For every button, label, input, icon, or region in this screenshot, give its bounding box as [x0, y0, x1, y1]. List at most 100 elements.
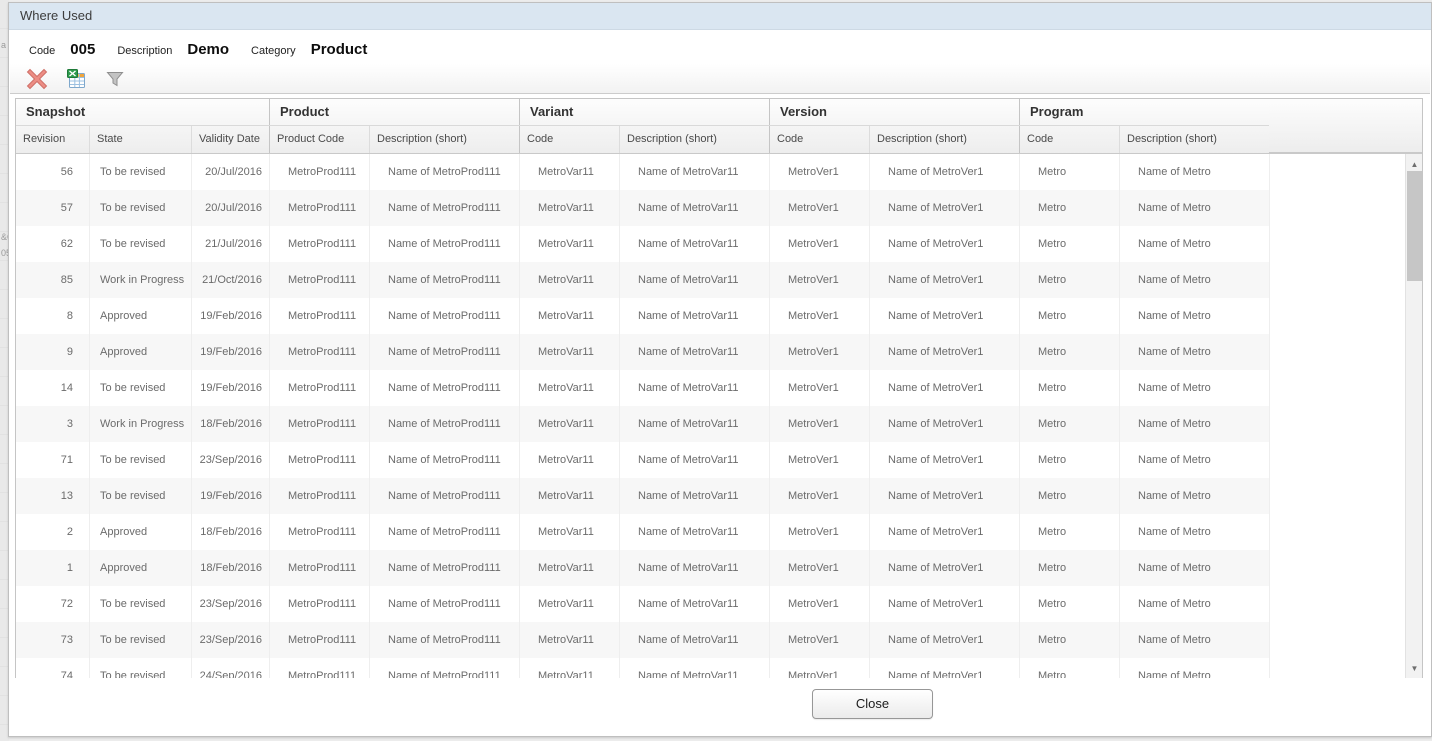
cell-revision: 57 [16, 190, 90, 226]
table-row[interactable]: 1 Approved 18/Feb/2016 MetroProd111 Name… [16, 550, 1422, 586]
code-value: 005 [70, 41, 95, 58]
table-row[interactable]: 71 To be revised 23/Sep/2016 MetroProd11… [16, 442, 1422, 478]
table-row[interactable]: 74 To be revised 24/Sep/2016 MetroProd11… [16, 658, 1422, 678]
cell-variant-code: MetroVar11 [520, 514, 620, 550]
cell-version-description: Name of MetroVer1 [870, 478, 1020, 514]
cell-state: Approved [90, 514, 192, 550]
cell-product-code: MetroProd111 [270, 190, 370, 226]
table-row[interactable]: 56 To be revised 20/Jul/2016 MetroProd11… [16, 154, 1422, 190]
cell-version-description: Name of MetroVer1 [870, 442, 1020, 478]
cell-product-description: Name of MetroProd111 [370, 658, 520, 678]
cell-variant-code: MetroVar11 [520, 190, 620, 226]
cell-state: Approved [90, 298, 192, 334]
export-excel-icon[interactable] [64, 67, 88, 91]
cell-product-description: Name of MetroProd111 [370, 298, 520, 334]
cell-program-description: Name of Metro [1120, 658, 1270, 678]
cell-variant-description: Name of MetroVar11 [620, 478, 770, 514]
cell-version-description: Name of MetroVer1 [870, 370, 1020, 406]
cell-program-code: Metro [1020, 334, 1120, 370]
column-revision[interactable]: Revision [16, 126, 90, 153]
cell-variant-code: MetroVar11 [520, 334, 620, 370]
cell-version-description: Name of MetroVer1 [870, 190, 1020, 226]
cell-product-code: MetroProd111 [270, 370, 370, 406]
cell-variant-description: Name of MetroVar11 [620, 370, 770, 406]
cell-version-code: MetroVer1 [770, 478, 870, 514]
cell-validity-date: 18/Feb/2016 [192, 550, 270, 586]
close-button[interactable]: Close [812, 689, 933, 719]
column-program-description[interactable]: Description (short) [1120, 126, 1270, 153]
cell-program-description: Name of Metro [1120, 478, 1270, 514]
vertical-scrollbar[interactable]: ▲ ▼ [1405, 154, 1422, 678]
cell-state: To be revised [90, 658, 192, 678]
group-product: Product [270, 99, 520, 125]
cell-revision: 3 [16, 406, 90, 442]
table-row[interactable]: 13 To be revised 19/Feb/2016 MetroProd11… [16, 478, 1422, 514]
column-program-code[interactable]: Code [1020, 126, 1120, 153]
cell-product-code: MetroProd111 [270, 334, 370, 370]
table-row[interactable]: 72 To be revised 23/Sep/2016 MetroProd11… [16, 586, 1422, 622]
cell-program-code: Metro [1020, 226, 1120, 262]
cell-program-code: Metro [1020, 478, 1120, 514]
cell-revision: 14 [16, 370, 90, 406]
cell-program-description: Name of Metro [1120, 154, 1270, 190]
column-version-code[interactable]: Code [770, 126, 870, 153]
cell-revision: 8 [16, 298, 90, 334]
cell-variant-description: Name of MetroVar11 [620, 550, 770, 586]
cell-validity-date: 21/Jul/2016 [192, 226, 270, 262]
group-snapshot: Snapshot [16, 99, 270, 125]
cell-version-code: MetroVer1 [770, 190, 870, 226]
table-row[interactable]: 57 To be revised 20/Jul/2016 MetroProd11… [16, 190, 1422, 226]
cell-program-description: Name of Metro [1120, 550, 1270, 586]
table-row[interactable]: 73 To be revised 23/Sep/2016 MetroProd11… [16, 622, 1422, 658]
scroll-up-icon[interactable]: ▲ [1406, 157, 1422, 171]
table-row[interactable]: 14 To be revised 19/Feb/2016 MetroProd11… [16, 370, 1422, 406]
column-product-code[interactable]: Product Code [270, 126, 370, 153]
cell-state: To be revised [90, 154, 192, 190]
table-row[interactable]: 85 Work in Progress 21/Oct/2016 MetroPro… [16, 262, 1422, 298]
table-row[interactable]: 3 Work in Progress 18/Feb/2016 MetroProd… [16, 406, 1422, 442]
column-version-description[interactable]: Description (short) [870, 126, 1020, 153]
cell-program-code: Metro [1020, 586, 1120, 622]
cell-version-code: MetroVer1 [770, 658, 870, 678]
cell-variant-description: Name of MetroVar11 [620, 334, 770, 370]
group-program: Program [1020, 99, 1270, 125]
cell-program-description: Name of Metro [1120, 406, 1270, 442]
delete-icon[interactable] [25, 67, 49, 91]
cell-product-description: Name of MetroProd111 [370, 550, 520, 586]
column-state[interactable]: State [90, 126, 192, 153]
cell-validity-date: 18/Feb/2016 [192, 514, 270, 550]
cell-revision: 71 [16, 442, 90, 478]
filter-icon[interactable] [103, 67, 127, 91]
cell-variant-code: MetroVar11 [520, 442, 620, 478]
cell-program-description: Name of Metro [1120, 190, 1270, 226]
scrollbar-thumb[interactable] [1407, 171, 1422, 281]
cell-version-code: MetroVer1 [770, 622, 870, 658]
dialog-titlebar: Where Used [9, 3, 1431, 30]
group-header-row: Snapshot Product Variant Version Program [16, 99, 1422, 126]
cell-state: To be revised [90, 622, 192, 658]
column-variant-code[interactable]: Code [520, 126, 620, 153]
cell-version-code: MetroVer1 [770, 442, 870, 478]
cell-program-code: Metro [1020, 442, 1120, 478]
cell-version-code: MetroVer1 [770, 514, 870, 550]
scroll-down-icon[interactable]: ▼ [1406, 661, 1422, 675]
cell-program-description: Name of Metro [1120, 226, 1270, 262]
column-variant-description[interactable]: Description (short) [620, 126, 770, 153]
column-product-description[interactable]: Description (short) [370, 126, 520, 153]
cell-variant-code: MetroVar11 [520, 154, 620, 190]
cell-product-description: Name of MetroProd111 [370, 190, 520, 226]
table-row[interactable]: 9 Approved 19/Feb/2016 MetroProd111 Name… [16, 334, 1422, 370]
column-validity-date[interactable]: Validity Date [192, 126, 270, 153]
group-version: Version [770, 99, 1020, 125]
cell-validity-date: 20/Jul/2016 [192, 154, 270, 190]
cell-variant-code: MetroVar11 [520, 658, 620, 678]
table-row[interactable]: 62 To be revised 21/Jul/2016 MetroProd11… [16, 226, 1422, 262]
cell-product-code: MetroProd111 [270, 226, 370, 262]
row-filler [1270, 550, 1422, 586]
table-row[interactable]: 8 Approved 19/Feb/2016 MetroProd111 Name… [16, 298, 1422, 334]
cell-variant-code: MetroVar11 [520, 262, 620, 298]
cell-program-description: Name of Metro [1120, 514, 1270, 550]
table-row[interactable]: 2 Approved 18/Feb/2016 MetroProd111 Name… [16, 514, 1422, 550]
cell-version-code: MetroVer1 [770, 586, 870, 622]
category-value: Product [311, 41, 368, 58]
